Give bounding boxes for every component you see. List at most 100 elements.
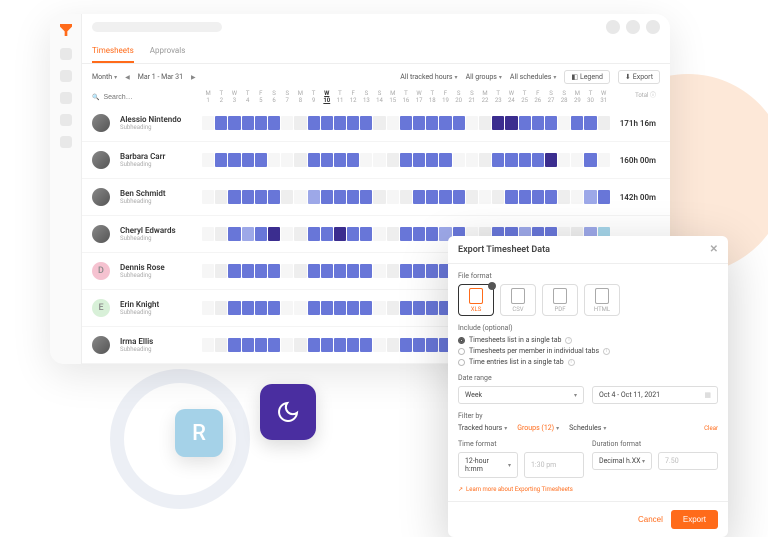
day-cell[interactable] xyxy=(373,227,385,241)
tab-approvals[interactable]: Approvals xyxy=(150,40,186,63)
day-cell[interactable] xyxy=(215,264,227,278)
day-cell[interactable] xyxy=(281,264,293,278)
tab-timesheets[interactable]: Timesheets xyxy=(92,40,134,63)
day-cell[interactable] xyxy=(479,153,491,167)
day-cell[interactable] xyxy=(215,338,227,352)
day-cell[interactable] xyxy=(492,116,504,130)
format-option-pdf[interactable]: PDF xyxy=(542,284,578,316)
day-cell[interactable] xyxy=(228,153,240,167)
day-cell[interactable] xyxy=(360,227,372,241)
format-option-html[interactable]: HTML xyxy=(584,284,620,316)
day-cell[interactable] xyxy=(268,338,280,352)
day-cell[interactable] xyxy=(321,301,333,315)
day-cell[interactable] xyxy=(281,338,293,352)
include-option-3[interactable]: Time entries list in a single tabi xyxy=(458,358,718,366)
day-cell[interactable] xyxy=(373,116,385,130)
day-cell[interactable] xyxy=(373,338,385,352)
day-cell[interactable] xyxy=(387,338,399,352)
nav-item[interactable] xyxy=(60,70,72,82)
day-cell[interactable] xyxy=(400,301,412,315)
day-cell[interactable] xyxy=(242,116,254,130)
day-cell[interactable] xyxy=(373,301,385,315)
close-icon[interactable]: ✕ xyxy=(710,244,718,255)
table-row[interactable]: Ben SchmidtSubheading142h 00m xyxy=(82,179,670,216)
day-cell[interactable] xyxy=(347,227,359,241)
day-cell[interactable] xyxy=(281,301,293,315)
day-cell[interactable] xyxy=(387,116,399,130)
day-cell[interactable] xyxy=(571,153,583,167)
table-row[interactable]: Alessio NintendoSubheading171h 16m xyxy=(82,105,670,142)
day-cell[interactable] xyxy=(360,338,372,352)
day-cell[interactable] xyxy=(255,264,267,278)
day-cell[interactable] xyxy=(466,190,478,204)
day-cell[interactable] xyxy=(334,153,346,167)
day-cell[interactable] xyxy=(347,190,359,204)
day-cell[interactable] xyxy=(545,190,557,204)
period-select[interactable]: Month▾ xyxy=(92,73,117,81)
export-button[interactable]: ⬇Export xyxy=(618,70,660,84)
day-cell[interactable] xyxy=(215,116,227,130)
day-cell[interactable] xyxy=(294,264,306,278)
format-option-csv[interactable]: CSV xyxy=(500,284,536,316)
day-cell[interactable] xyxy=(413,264,425,278)
day-cell[interactable] xyxy=(242,227,254,241)
export-confirm-button[interactable]: Export xyxy=(671,510,718,529)
day-cell[interactable] xyxy=(413,190,425,204)
nav-item[interactable] xyxy=(60,136,72,148)
day-cell[interactable] xyxy=(294,190,306,204)
table-row[interactable]: Barbara CarrSubheading160h 00m xyxy=(82,142,670,179)
day-cell[interactable] xyxy=(202,301,214,315)
top-avatar[interactable] xyxy=(626,20,640,34)
day-cell[interactable] xyxy=(413,338,425,352)
day-cell[interactable] xyxy=(387,301,399,315)
day-cell[interactable] xyxy=(294,116,306,130)
day-cell[interactable] xyxy=(532,153,544,167)
day-cell[interactable] xyxy=(308,227,320,241)
day-cell[interactable] xyxy=(268,116,280,130)
day-cell[interactable] xyxy=(387,227,399,241)
date-range-select[interactable]: Oct 4 - Oct 11, 2021▦ xyxy=(592,386,718,404)
day-cell[interactable] xyxy=(321,264,333,278)
day-cell[interactable] xyxy=(453,190,465,204)
day-cell[interactable] xyxy=(519,153,531,167)
day-cell[interactable] xyxy=(334,227,346,241)
day-cell[interactable] xyxy=(268,190,280,204)
day-cell[interactable] xyxy=(519,190,531,204)
filter-schedules[interactable]: All schedules▾ xyxy=(510,73,556,81)
day-cell[interactable] xyxy=(360,190,372,204)
day-cell[interactable] xyxy=(453,116,465,130)
day-cell[interactable] xyxy=(255,338,267,352)
day-cell[interactable] xyxy=(571,190,583,204)
date-period-select[interactable]: Week▾ xyxy=(458,386,584,404)
day-cell[interactable] xyxy=(321,227,333,241)
day-cell[interactable] xyxy=(453,153,465,167)
day-cell[interactable] xyxy=(242,338,254,352)
legend-button[interactable]: ◧Legend xyxy=(564,70,610,84)
filter-groups[interactable]: All groups▾ xyxy=(466,73,502,81)
day-cell[interactable] xyxy=(439,153,451,167)
day-cell[interactable] xyxy=(505,190,517,204)
day-cell[interactable] xyxy=(255,116,267,130)
day-cell[interactable] xyxy=(202,190,214,204)
day-cell[interactable] xyxy=(308,190,320,204)
day-cell[interactable] xyxy=(308,153,320,167)
day-cell[interactable] xyxy=(294,227,306,241)
day-cell[interactable] xyxy=(268,153,280,167)
day-cell[interactable] xyxy=(598,190,610,204)
day-cell[interactable] xyxy=(321,190,333,204)
include-option-2[interactable]: Timesheets per member in individual tabs… xyxy=(458,347,718,355)
modal-filter-schedules[interactable]: Schedules▾ xyxy=(569,424,606,432)
day-cell[interactable] xyxy=(347,301,359,315)
day-cell[interactable] xyxy=(584,116,596,130)
day-cell[interactable] xyxy=(294,301,306,315)
day-cell[interactable] xyxy=(426,227,438,241)
day-cell[interactable] xyxy=(505,153,517,167)
day-cell[interactable] xyxy=(347,264,359,278)
day-cell[interactable] xyxy=(242,264,254,278)
clear-button[interactable]: Clear xyxy=(704,425,718,432)
day-cell[interactable] xyxy=(242,190,254,204)
day-cell[interactable] xyxy=(360,116,372,130)
day-cell[interactable] xyxy=(466,116,478,130)
day-cell[interactable] xyxy=(281,190,293,204)
day-cell[interactable] xyxy=(334,338,346,352)
